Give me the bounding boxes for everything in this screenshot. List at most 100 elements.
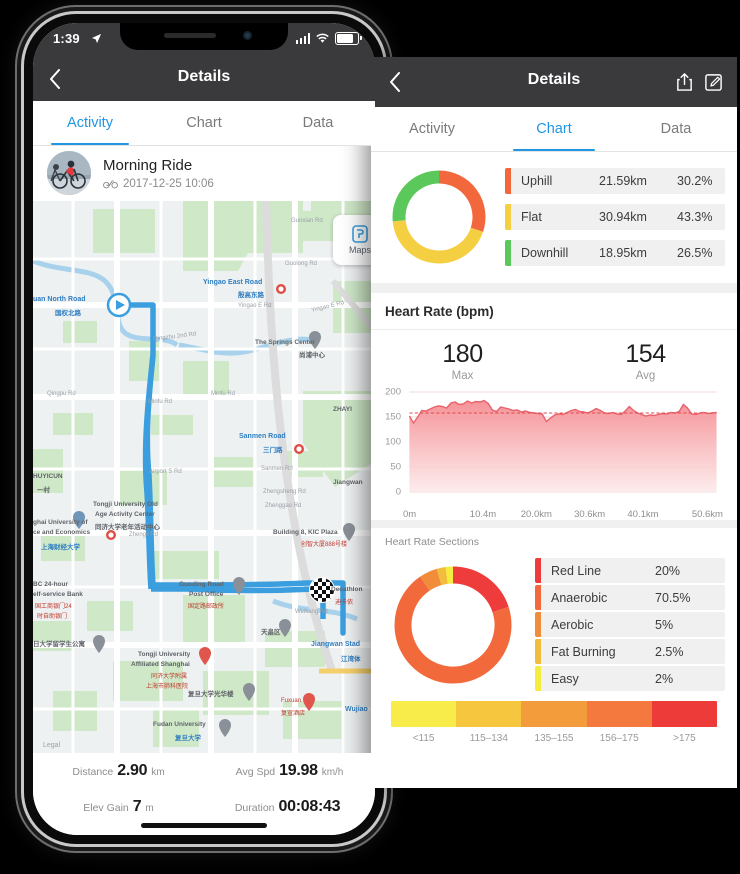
legend-distance: 18.95km — [599, 246, 647, 260]
stat-label: Distance — [72, 766, 114, 778]
stats-row-2: Elev Gain 7 m Duration 00:08:43 — [33, 789, 375, 825]
hr-max-label: Max — [451, 370, 474, 382]
ride-header[interactable]: Morning Ride 2017-12-25 10:06 — [33, 145, 375, 201]
map-label: Airport S Rd — [149, 469, 182, 475]
stat-label: Duration — [234, 802, 275, 814]
legend-row-anaerobic: Anaerobic 70.5% — [535, 585, 725, 610]
legend-row-aerobic: Aerobic 5% — [535, 612, 725, 637]
map-label: Minfu Rd — [211, 391, 236, 397]
zone-swatch — [391, 701, 457, 727]
compose-edit-icon[interactable] — [704, 72, 723, 92]
map-label: Sanmen Road — [239, 433, 286, 440]
map-label: Guoxian Rd — [291, 218, 323, 224]
hr-max: 180 Max — [371, 340, 554, 382]
stat-value: 00:08:43 — [278, 798, 341, 815]
hr-max-value: 180 — [442, 340, 483, 368]
hr-zones-legend: Red Line 20% Anaerobic 70.5% Aerobic 5% — [535, 558, 725, 691]
phone-left-screen: 1:39 Details Activity Chart Data Morning… — [33, 23, 375, 835]
heart-rate-chart[interactable]: 0 50 100 150 200 — [375, 386, 723, 506]
phone-left-device: 1:39 Details Activity Chart Data Morning… — [24, 14, 384, 844]
stat-label: Avg Spd — [235, 766, 276, 778]
legend-percent: 26.5% — [677, 246, 713, 260]
y-axis-tick: 50 — [390, 461, 401, 473]
hr-zone-scale-bar — [391, 701, 717, 727]
map-label: HUYICUN — [33, 473, 63, 480]
zone-range-label: >175 — [673, 733, 696, 744]
tab-data[interactable]: Data — [261, 101, 375, 145]
donut-segment — [420, 568, 442, 591]
map-label: 三门路 — [263, 447, 283, 454]
map-label: ZHAYI — [333, 406, 352, 413]
map-label: Zhengli Rd — [129, 532, 159, 538]
home-indicator[interactable] — [141, 823, 267, 828]
legend-label: Uphill — [521, 174, 553, 188]
map-label: 上海市肺科医院 — [146, 684, 189, 690]
map-label: Age Activity Center — [95, 511, 155, 518]
stat-value: 2.90 — [117, 762, 148, 779]
front-camera — [243, 31, 252, 40]
stat-unit: m — [145, 803, 154, 814]
map-label: 复宣酒店 — [281, 711, 306, 717]
hr-zones-row: Red Line 20% Anaerobic 70.5% Aerobic 5% — [371, 554, 737, 699]
zone-swatch — [651, 701, 717, 727]
legend-distance: 30.94km — [599, 210, 647, 224]
page-title: Details — [177, 68, 231, 85]
stat-label: Elev Gain — [83, 802, 129, 814]
status-time: 1:39 — [53, 31, 80, 46]
status-indicators — [295, 32, 362, 45]
map-label: BC 24-hour — [33, 581, 69, 588]
map-label: 一村 — [37, 487, 50, 494]
maps-button-label: Maps — [348, 245, 371, 255]
tab-chart[interactable]: Chart — [147, 101, 261, 145]
nav-bar: Details — [33, 57, 375, 101]
map-label: 江湾体 — [341, 656, 361, 663]
map-label: 尚浦中心 — [299, 352, 325, 359]
phone-right-screen: Details Activity Chart Data Uphill 21.59… — [371, 57, 737, 788]
stat-unit: km/h — [321, 767, 344, 778]
heart-rate-zones-donut — [394, 566, 512, 683]
hr-x-axis: 0m 10.4m 20.0km 30.6km 40.1km 50.6km — [403, 509, 723, 520]
ride-meta: Morning Ride 2017-12-25 10:06 — [103, 157, 214, 190]
heart-rate-summary: 180 Max 154 Avg — [371, 330, 737, 386]
x-axis-tick: 30.6km — [574, 509, 606, 520]
tab-data[interactable]: Data — [615, 107, 737, 151]
map-label: Post Office — [189, 591, 224, 598]
map-label: The Springs Center — [255, 339, 315, 346]
zone-swatch — [456, 701, 522, 727]
stat-elev-gain: Elev Gain 7 m — [33, 798, 204, 816]
map-label: 天畠区 — [261, 629, 281, 636]
legend-row-red-line: Red Line 20% — [535, 558, 725, 583]
tab-chart[interactable]: Chart — [493, 107, 615, 151]
chart-tab-content: Uphill 21.59km 30.2% Flat 30.94km 43.3% … — [371, 151, 737, 788]
share-icon[interactable] — [675, 72, 694, 92]
tab-activity[interactable]: Activity — [371, 107, 493, 151]
legend-percent: 70.5% — [655, 590, 691, 605]
play-start-marker — [106, 292, 132, 318]
hr-avg-value: 154 — [625, 340, 666, 368]
map-label: 同济大学老年活动中心 — [95, 524, 160, 531]
wifi-icon — [316, 33, 329, 43]
route-map[interactable]: Guoxian Rd Guolong Rd Yingao East Road 殷高东路… — [33, 201, 375, 753]
map-label: Decathlon — [331, 586, 363, 593]
map-label: Wujiao — [345, 706, 368, 713]
stats-row-1: Distance 2.90 km Avg Spd 19.98 km/h — [33, 753, 375, 789]
map-label: 复旦大学光华楼 — [188, 691, 234, 698]
grade-legend: Uphill 21.59km 30.2% Flat 30.94km 43.3% … — [505, 168, 725, 266]
x-axis-tick: 20.0km — [520, 509, 552, 520]
open-in-maps-button[interactable]: Maps — [333, 215, 375, 265]
map-label: uan North Road — [33, 296, 86, 303]
grade-distribution-donut — [392, 170, 486, 264]
map-label: Fuxuan — [281, 698, 302, 704]
legend-distance: 21.59km — [599, 174, 647, 188]
tab-activity[interactable]: Activity — [33, 101, 147, 145]
heart-rate-sections: Heart Rate Sections Red Line 20% Anaerob… — [371, 528, 737, 744]
legend-percent: 43.3% — [677, 210, 713, 224]
y-axis-tick: 0 — [395, 486, 401, 498]
donut-segment — [392, 170, 440, 222]
legend-label: Downhill — [521, 246, 569, 260]
map-label: 时自助银门 — [37, 614, 68, 620]
map-label: Guolong Rd — [285, 261, 318, 267]
cellular-bars-icon — [295, 33, 310, 44]
map-legal-label[interactable]: Legal — [43, 742, 60, 749]
grade-distribution-section: Uphill 21.59km 30.2% Flat 30.94km 43.3% … — [371, 151, 737, 283]
